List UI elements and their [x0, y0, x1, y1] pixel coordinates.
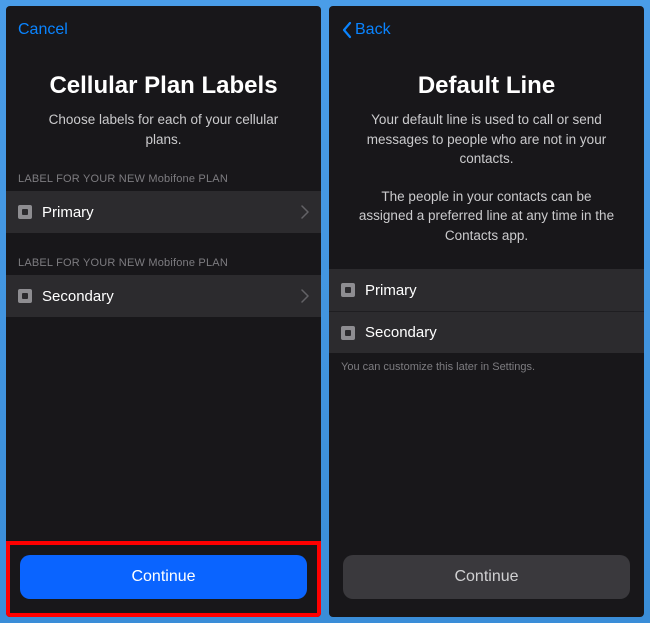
section-label-2: LABEL FOR YOUR NEW Mobifone PLAN	[6, 257, 321, 269]
continue-button[interactable]: Continue	[343, 555, 630, 599]
content-area: Cellular Plan Labels Choose labels for e…	[6, 54, 321, 541]
footer-hint: You can customize this later in Settings…	[329, 353, 644, 373]
row-label: Primary	[42, 204, 301, 221]
cellular-plan-labels-pane: Cancel Cellular Plan Labels Choose label…	[6, 6, 321, 617]
row-label: Secondary	[42, 288, 301, 305]
back-label: Back	[355, 21, 391, 39]
chevron-right-icon	[301, 205, 309, 219]
header-bar: Back	[329, 6, 644, 54]
page-title: Cellular Plan Labels	[6, 72, 321, 100]
row-label: Primary	[365, 282, 632, 299]
sim-badge-icon	[18, 205, 32, 219]
back-button[interactable]: Back	[341, 21, 391, 39]
cancel-button[interactable]: Cancel	[18, 21, 68, 39]
default-line-pane: Back Default Line Your default line is u…	[329, 6, 644, 617]
sim-badge-icon	[341, 283, 355, 297]
page-subtitle-2: The people in your contacts can be assig…	[329, 187, 644, 246]
option-row-secondary[interactable]: Secondary	[329, 311, 644, 353]
page-title: Default Line	[329, 72, 644, 100]
chevron-left-icon	[341, 21, 353, 39]
page-subtitle-1: Your default line is used to call or sen…	[329, 110, 644, 169]
line-options: Primary Secondary	[329, 269, 644, 353]
header-bar: Cancel	[6, 6, 321, 54]
row-label: Secondary	[365, 324, 632, 341]
sim-badge-icon	[341, 326, 355, 340]
continue-button[interactable]: Continue	[20, 555, 307, 599]
label-row-secondary[interactable]: Secondary	[6, 275, 321, 317]
sim-badge-icon	[18, 289, 32, 303]
content-area: Default Line Your default line is used t…	[329, 54, 644, 541]
label-row-primary[interactable]: Primary	[6, 191, 321, 233]
chevron-right-icon	[301, 289, 309, 303]
page-subtitle: Choose labels for each of your cellular …	[6, 110, 321, 149]
section-label-1: LABEL FOR YOUR NEW Mobifone PLAN	[6, 173, 321, 185]
option-row-primary[interactable]: Primary	[329, 269, 644, 311]
bottom-area: Continue	[329, 541, 644, 617]
continue-highlight: Continue	[6, 541, 321, 617]
